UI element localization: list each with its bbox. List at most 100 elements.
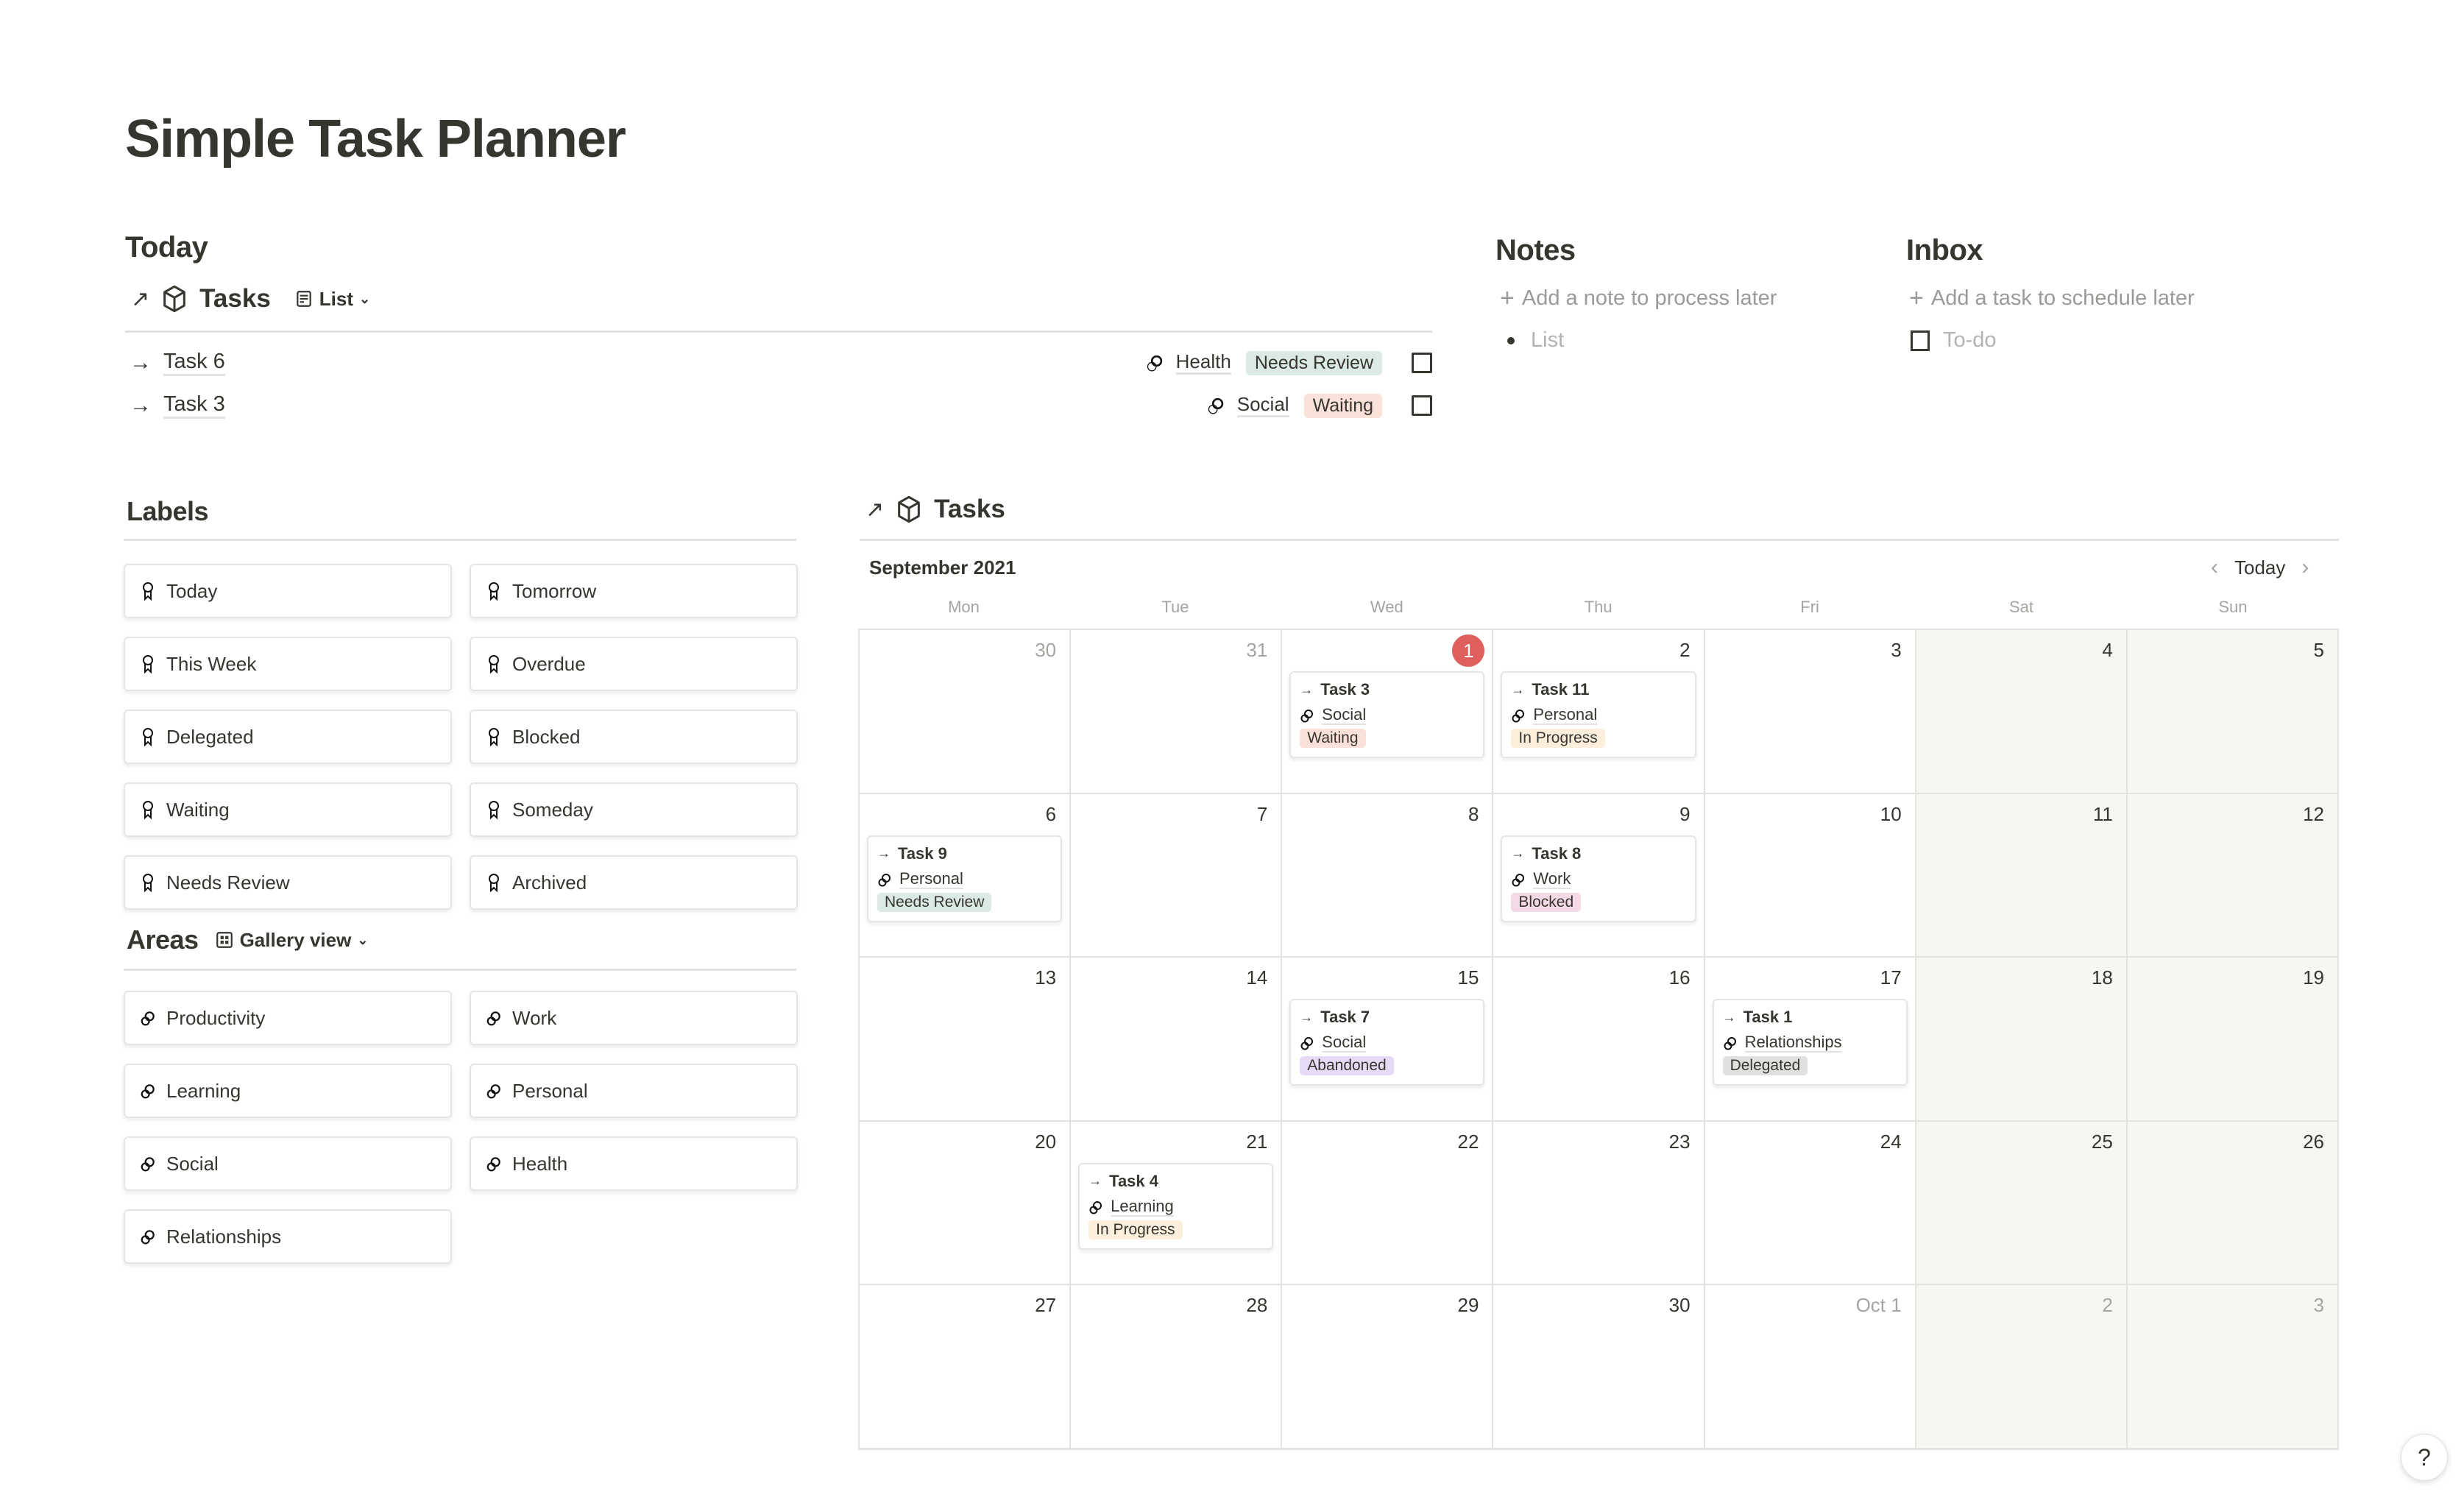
today-task-row[interactable]: → Task 6 Health Needs Review (130, 344, 1432, 381)
calendar-day[interactable]: 2 → Task 11 Personal In Progress (1493, 629, 1705, 793)
calendar-db-title[interactable]: Tasks (934, 495, 1005, 524)
done-checkbox[interactable] (1412, 395, 1432, 416)
calendar-day[interactable]: 19 (2127, 956, 2339, 1120)
label-card[interactable]: Blocked (470, 710, 798, 764)
calendar-day[interactable]: 14 (1071, 956, 1283, 1120)
arrow-right-icon: → (1722, 1009, 1736, 1025)
calendar-day[interactable]: 10 (1704, 792, 1916, 957)
calendar-day[interactable]: 5 (2127, 629, 2339, 793)
calendar-event-card[interactable]: → Task 3 Social Waiting (1289, 671, 1485, 758)
calendar-day[interactable]: 9 → Task 8 Work Blocked (1493, 792, 1705, 957)
calendar-day[interactable]: 24 (1704, 1120, 1916, 1284)
label-card[interactable]: Needs Review (124, 855, 452, 910)
calendar-day[interactable]: 3 (1704, 629, 1916, 793)
calendar-day[interactable]: 31 (1071, 629, 1283, 793)
calendar-event-card[interactable]: → Task 7 Social Abandoned (1289, 999, 1485, 1086)
label-card[interactable]: Archived (470, 855, 798, 910)
calendar-day[interactable]: 15 → Task 7 Social Abandoned (1282, 956, 1494, 1120)
calendar-day[interactable]: 8 (1282, 792, 1494, 957)
calendar-day[interactable]: Oct 1 (1704, 1284, 1916, 1448)
day-number: 17 (1880, 966, 1902, 989)
area-card[interactable]: Health (470, 1136, 798, 1191)
inbox-todo-item[interactable]: To-do (1911, 328, 1997, 353)
linked-db-arrow-icon[interactable]: ↗ (865, 497, 884, 523)
day-number: 25 (2091, 1130, 2113, 1153)
done-checkbox[interactable] (1412, 353, 1432, 373)
chevron-left-icon[interactable]: ‹ (2211, 555, 2218, 580)
area-card[interactable]: Work (470, 991, 798, 1045)
calendar-day[interactable]: 27 (860, 1284, 1072, 1448)
calendar-day[interactable]: 22 (1282, 1120, 1494, 1284)
today-task-row[interactable]: → Task 3 Social Waiting (130, 387, 1432, 424)
label-ribbon-icon (143, 582, 153, 601)
calendar-day[interactable]: 29 (1282, 1284, 1494, 1448)
event-area[interactable]: Relationships (1744, 1033, 1842, 1053)
calendar-day[interactable]: 4 (1916, 629, 2128, 793)
area-card[interactable]: Social (124, 1136, 452, 1191)
calendar-day[interactable]: 1 → Task 3 Social Waiting (1282, 629, 1494, 793)
calendar-event-card[interactable]: → Task 1 Relationships Delegated (1712, 999, 1908, 1086)
label-card[interactable]: Overdue (470, 637, 798, 691)
label-card[interactable]: Delegated (124, 710, 452, 764)
calendar-day[interactable]: 25 (1916, 1120, 2128, 1284)
view-label: List (319, 287, 354, 310)
event-area[interactable]: Work (1533, 869, 1571, 889)
calendar-day[interactable]: 30 (860, 629, 1072, 793)
calendar-day[interactable]: 16 (1493, 956, 1705, 1120)
label-card[interactable]: Today (124, 564, 452, 618)
labels-divider (124, 539, 796, 541)
calendar-day[interactable]: 11 (1916, 792, 2128, 957)
calendar-day[interactable]: 26 (2127, 1120, 2339, 1284)
calendar-day[interactable]: 23 (1493, 1120, 1705, 1284)
area-relation[interactable]: Health (1145, 350, 1231, 375)
calendar-day[interactable]: 20 (860, 1120, 1072, 1284)
today-day-number: 1 (1452, 634, 1485, 667)
calendar-day[interactable]: 13 (860, 956, 1072, 1120)
todo-checkbox[interactable] (1911, 330, 1930, 351)
calendar-day[interactable]: 12 (2127, 792, 2339, 957)
label-card[interactable]: This Week (124, 637, 452, 691)
area-relation[interactable]: Social (1206, 393, 1289, 418)
day-number: 23 (1668, 1130, 1691, 1153)
notes-list-item[interactable]: List (1507, 328, 1564, 353)
calendar-day[interactable]: 2 (1916, 1284, 2128, 1448)
view-selector-gallery[interactable]: Gallery view ⌄ (215, 929, 368, 952)
linked-db-arrow-icon[interactable]: ↗ (131, 286, 149, 312)
calendar-day[interactable]: 21 → Task 4 Learning In Progress (1071, 1120, 1283, 1284)
today-db-title[interactable]: Tasks (199, 284, 271, 314)
label-card[interactable]: Waiting (124, 782, 452, 837)
help-button[interactable]: ? (2401, 1434, 2448, 1481)
event-area[interactable]: Social (1322, 1033, 1367, 1053)
area-card[interactable]: Personal (470, 1064, 798, 1118)
task-name[interactable]: Task 6 (163, 350, 225, 377)
calendar-day[interactable]: 7 (1071, 792, 1283, 957)
calendar-day[interactable]: 17 → Task 1 Relationships Delegated (1704, 956, 1916, 1120)
calendar-day[interactable]: 3 (2127, 1284, 2339, 1448)
area-link-icon (1300, 710, 1314, 723)
calendar-event-card[interactable]: → Task 11 Personal In Progress (1501, 671, 1696, 758)
view-selector-list[interactable]: List ⌄ (294, 288, 370, 311)
calendar-event-card[interactable]: → Task 4 Learning In Progress (1078, 1162, 1274, 1250)
add-inbox-task-button[interactable]: + Add a task to schedule later (1909, 284, 2195, 313)
calendar-event-card[interactable]: → Task 8 Work Blocked (1501, 835, 1696, 922)
event-area[interactable]: Social (1322, 705, 1367, 726)
label-card-title: Overdue (512, 652, 586, 675)
area-card[interactable]: Relationships (124, 1209, 452, 1264)
calendar-event-card[interactable]: → Task 9 Personal Needs Review (867, 835, 1063, 922)
calendar-day[interactable]: 28 (1071, 1284, 1283, 1448)
label-card[interactable]: Someday (470, 782, 798, 837)
area-card[interactable]: Learning (124, 1064, 452, 1118)
event-area[interactable]: Learning (1111, 1197, 1174, 1217)
event-area[interactable]: Personal (899, 869, 963, 889)
label-card[interactable]: Tomorrow (470, 564, 798, 618)
today-button[interactable]: Today (2234, 556, 2285, 579)
status-badge: Needs Review (877, 892, 992, 912)
calendar-day[interactable]: 18 (1916, 956, 2128, 1120)
event-area[interactable]: Personal (1533, 705, 1598, 726)
calendar-day[interactable]: 6 → Task 9 Personal Needs Review (860, 792, 1072, 957)
area-card[interactable]: Productivity (124, 991, 452, 1045)
task-name[interactable]: Task 3 (163, 392, 225, 420)
chevron-right-icon[interactable]: › (2301, 555, 2309, 580)
add-note-button[interactable]: + Add a note to process later (1500, 284, 1777, 313)
calendar-day[interactable]: 30 (1493, 1284, 1705, 1448)
